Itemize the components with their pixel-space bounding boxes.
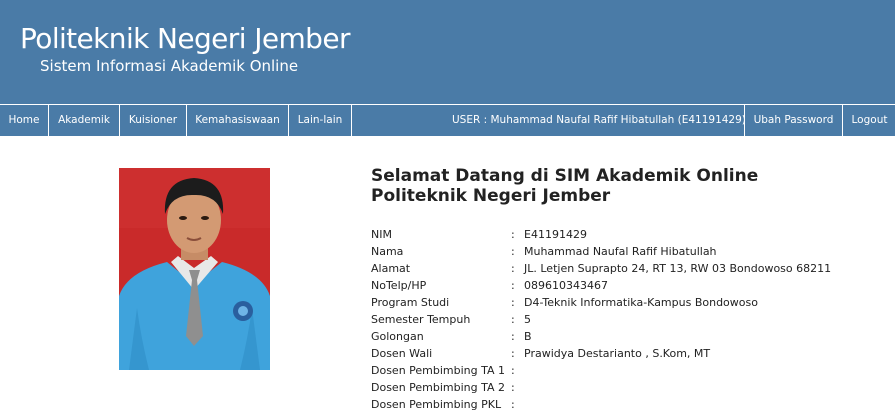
info-separator: :	[511, 398, 515, 411]
student-photo	[119, 168, 270, 370]
logout-button[interactable]: Logout	[842, 105, 895, 136]
info-separator: :	[511, 364, 515, 377]
info-value: D4-Teknik Informatika-Kampus Bondowoso	[524, 296, 758, 309]
info-value: Muhammad Naufal Rafif Hibatullah	[524, 245, 717, 258]
info-label: Dosen Pembimbing PKL	[371, 398, 502, 411]
info-value: B	[524, 330, 532, 343]
student-photo-image	[119, 168, 270, 370]
change-password-button[interactable]: Ubah Password	[744, 105, 842, 136]
info-separator: :	[511, 381, 515, 394]
info-separator: :	[511, 228, 515, 241]
nav-kemahasiswaan[interactable]: Kemahasiswaan	[187, 105, 289, 136]
info-value: JL. Letjen Suprapto 24, RT 13, RW 03 Bon…	[524, 262, 832, 275]
welcome-heading: Selamat Datang di SIM Akademik Online Po…	[371, 166, 758, 206]
info-separator: :	[511, 245, 515, 258]
info-label: Semester Tempuh	[371, 313, 471, 326]
nav-lain-lain[interactable]: Lain-lain	[289, 105, 352, 136]
nav-kuisioner[interactable]: Kuisioner	[120, 105, 187, 136]
info-label: NoTelp/HP	[371, 279, 427, 292]
welcome-line-1: Selamat Datang di SIM Akademik Online	[371, 166, 759, 186]
info-label: Alamat	[371, 262, 411, 275]
info-label: Nama	[371, 245, 404, 258]
site-subtitle: Sistem Informasi Akademik Online	[40, 57, 299, 75]
info-value: 089610343467	[524, 279, 608, 292]
info-label: NIM	[371, 228, 392, 241]
nav-akademik[interactable]: Akademik	[49, 105, 120, 136]
info-separator: :	[511, 296, 515, 309]
user-label: USER : Muhammad Naufal Rafif Hibatullah …	[452, 114, 746, 126]
info-separator: :	[511, 313, 515, 326]
info-separator: :	[511, 347, 515, 360]
welcome-line-2: Politeknik Negeri Jember	[371, 186, 611, 206]
nav-home[interactable]: Home	[0, 105, 49, 136]
site-header: Politeknik Negeri Jember Sistem Informas…	[0, 0, 895, 104]
info-value: 5	[524, 313, 531, 326]
info-label: Dosen Wali	[371, 347, 433, 360]
info-label: Dosen Pembimbing TA 1	[371, 364, 506, 377]
info-separator: :	[511, 262, 515, 275]
site-title: Politeknik Negeri Jember	[20, 22, 350, 55]
info-label: Dosen Pembimbing TA 2	[371, 381, 506, 394]
info-label: Golongan	[371, 330, 424, 343]
info-separator: :	[511, 279, 515, 292]
info-label: Program Studi	[371, 296, 450, 309]
top-navbar: Home Akademik Kuisioner Kemahasiswaan La…	[0, 104, 895, 136]
info-separator: :	[511, 330, 515, 343]
info-value: E41191429	[524, 228, 587, 241]
info-value: Prawidya Destarianto , S.Kom, MT	[524, 347, 711, 360]
